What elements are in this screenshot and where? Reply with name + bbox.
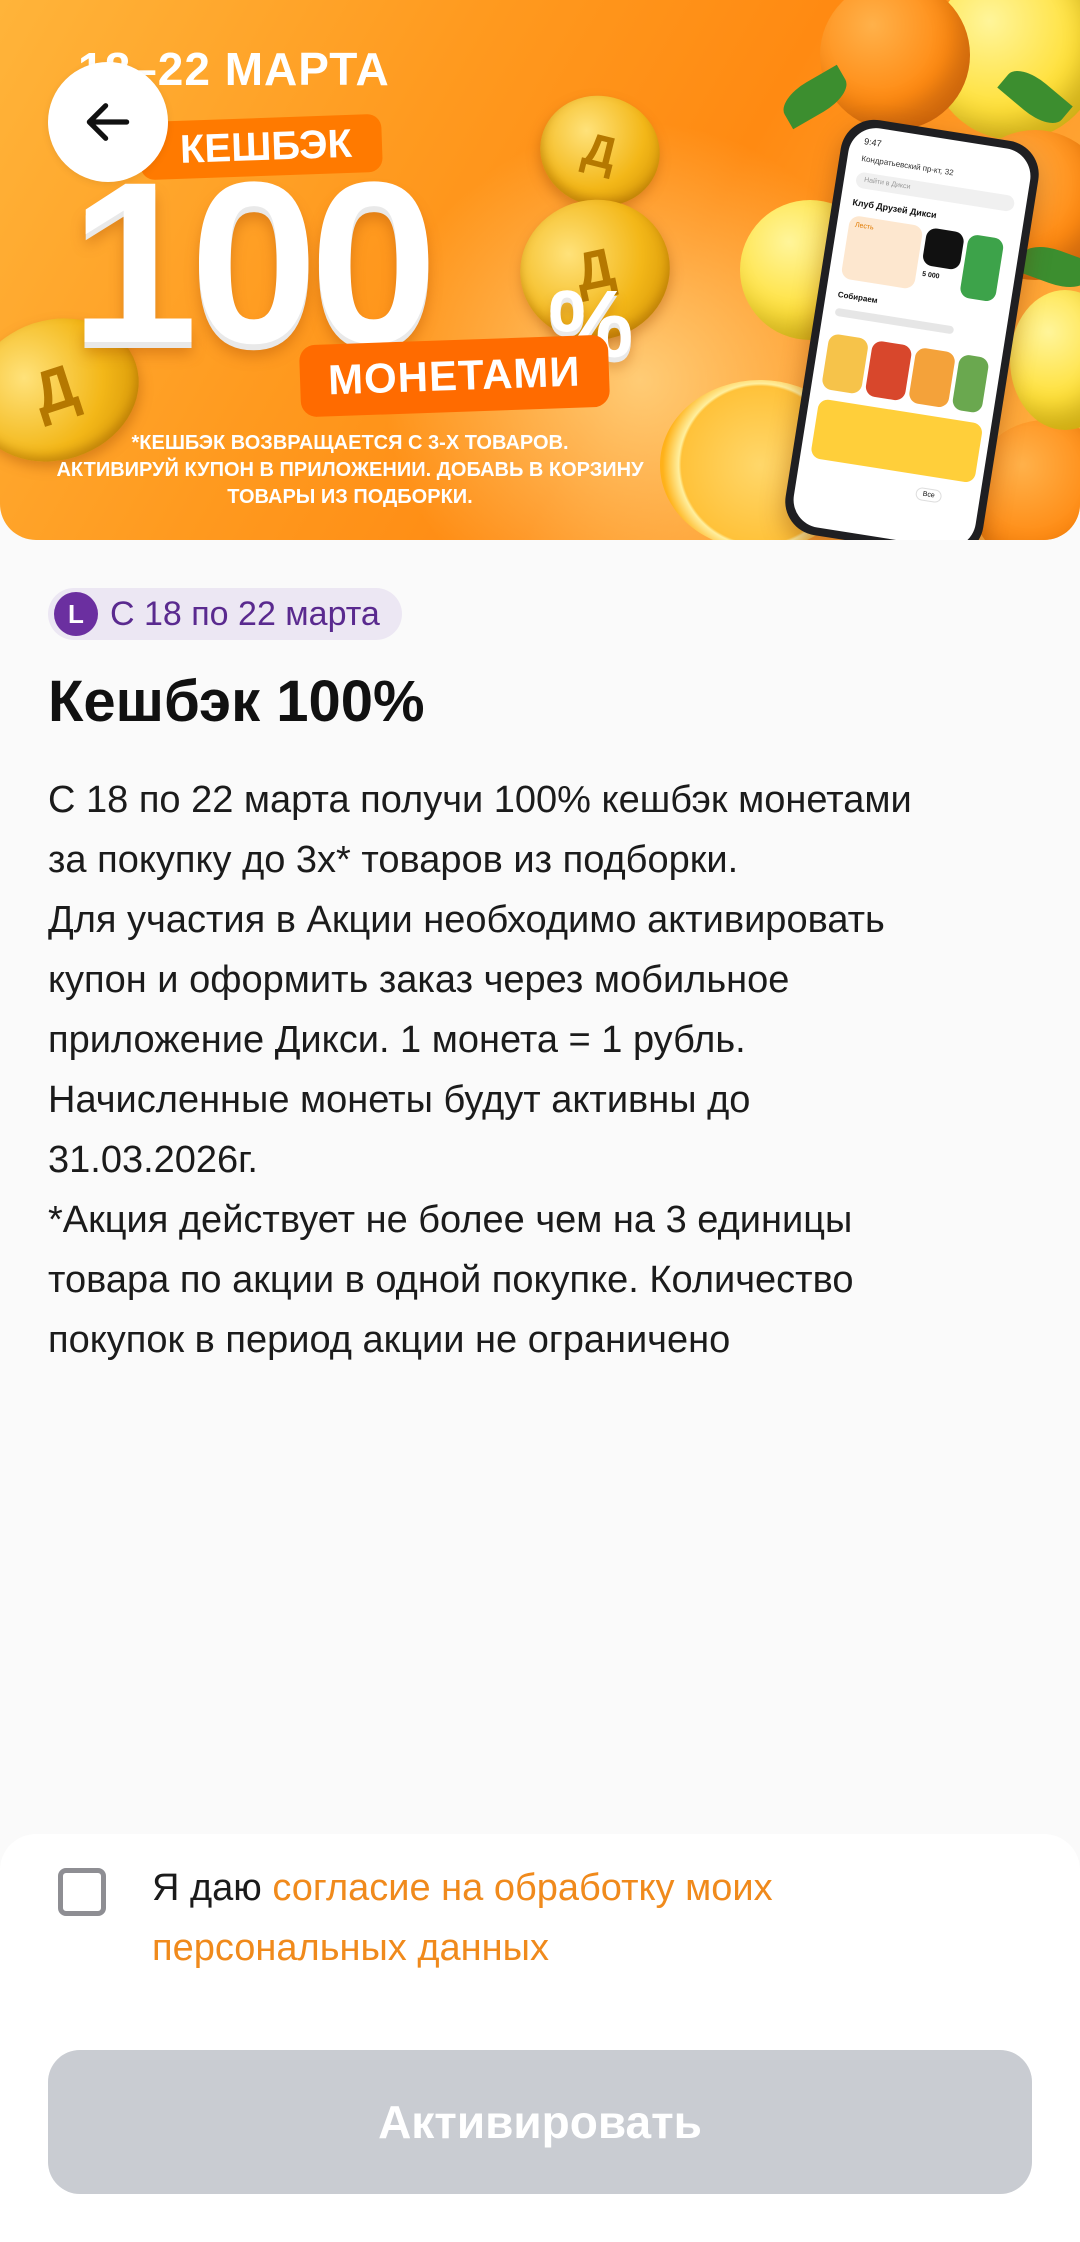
phone-banner-card xyxy=(810,398,984,484)
phone-product-card xyxy=(907,346,957,409)
banner-coins-label: МОНЕТАМИ xyxy=(298,334,610,418)
phone-balance: 5 000 xyxy=(921,270,940,281)
phone-level-card: Лесть xyxy=(840,214,924,290)
level-badge: L xyxy=(54,592,98,636)
date-range-chip: L С 18 по 22 марта xyxy=(48,588,402,640)
arrow-left-icon xyxy=(86,103,130,141)
consent-checkbox[interactable] xyxy=(58,1868,106,1916)
phone-progress-bar xyxy=(834,307,955,335)
phone-product-card xyxy=(864,339,913,402)
banner-fine-print: *КЕШБЭК ВОЗВРАЩАЕТСЯ С 3-Х ТОВАРОВ. АКТИ… xyxy=(56,432,644,508)
phone-qr xyxy=(921,227,966,271)
phone-level-label: Лесть xyxy=(854,221,875,232)
consent-text: Я даю согласие на обработку моих персона… xyxy=(152,1858,1032,1978)
date-range-text: С 18 по 22 марта xyxy=(110,594,380,633)
activate-button[interactable]: Активировать xyxy=(48,2050,1032,2194)
phone-product-card xyxy=(951,353,990,414)
phone-green-card xyxy=(959,233,1005,303)
lemon-image xyxy=(1010,290,1080,430)
promo-description: С 18 по 22 марта получи 100% кешбэк моне… xyxy=(48,779,912,1361)
consent-prefix: Я даю xyxy=(152,1867,273,1909)
phone-all-button: Все xyxy=(914,486,943,504)
orange-image xyxy=(820,0,970,130)
promo-banner: Д Д Д 18–22 МАРТА КЕШБЭК 100 % МОНЕТАМИ … xyxy=(0,0,1080,540)
back-button[interactable] xyxy=(48,62,168,182)
phone-time: 9:47 xyxy=(863,136,883,149)
promo-title: Кешбэк 100% xyxy=(48,669,425,734)
phone-collections: Собираем xyxy=(837,289,879,306)
phone-product-card xyxy=(820,333,870,395)
